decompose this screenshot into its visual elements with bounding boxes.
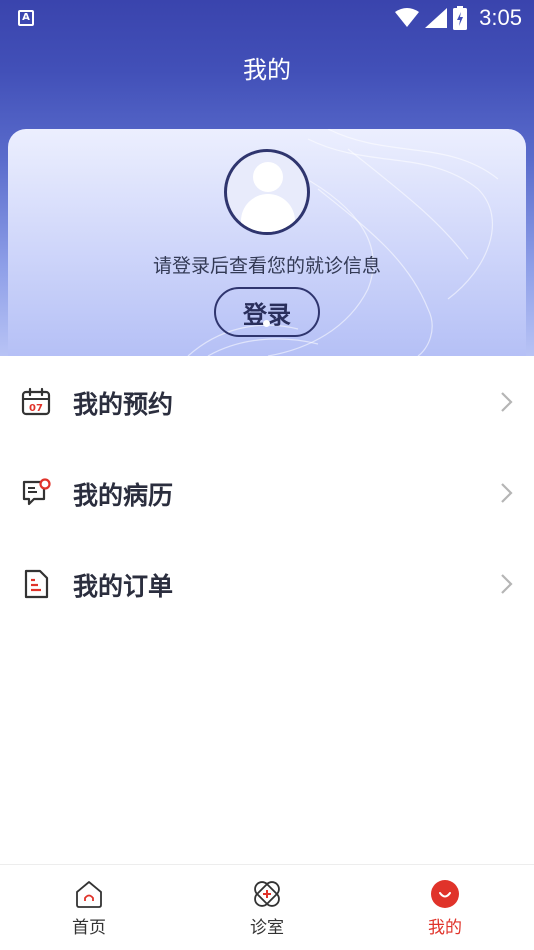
profile-menu: 07 我的预约 我的病历 我的订单 [0,356,534,629]
profile-card: 请登录后查看您的就诊信息 登录 [8,129,526,356]
clinic-icon [254,881,280,907]
wifi-icon [395,8,420,27]
nav-item-home[interactable]: 首页 [0,865,178,950]
menu-item-label: 我的订单 [73,572,174,601]
page-indicator-dot [263,320,270,327]
login-hint: 请登录后查看您的就诊信息 [152,255,381,277]
home-icon [76,881,102,908]
login-button[interactable]: 登录 [214,287,320,337]
battery-icon [453,6,468,30]
menu-item-label: 我的病历 [73,481,174,510]
calendar-icon: 07 [21,387,51,416]
status-time: 3:05 [479,5,522,30]
chevron-right-icon [501,392,513,412]
avatar-body [241,194,295,232]
menu-item-label: 我的预约 [73,390,174,419]
profile-smile-icon [431,880,459,908]
page-title: 我的 [243,56,291,84]
cellular-signal-icon [425,8,448,28]
nav-label: 诊室 [250,918,284,938]
nav-label: 我的 [428,918,462,938]
menu-item-orders[interactable]: 我的订单 [0,538,534,629]
order-document-icon [24,569,49,599]
menu-item-medical-records[interactable]: 我的病历 [0,447,534,538]
status-bar: A 3:05 [0,0,534,36]
avatar[interactable] [224,149,310,235]
nav-label: 首页 [72,918,106,938]
notification-app-icon: A [18,10,34,26]
avatar-head [253,162,283,192]
chevron-right-icon [501,574,513,594]
status-indicators: 3:05 [395,4,522,32]
menu-item-appointments[interactable]: 07 我的预约 [0,356,534,447]
nav-item-profile[interactable]: 我的 [356,865,534,950]
bottom-navigation: 首页 诊室 我的 [0,864,534,950]
nav-item-clinic[interactable]: 诊室 [178,865,356,950]
chevron-right-icon [501,483,513,503]
svg-text:07: 07 [29,403,43,414]
medical-record-icon [22,478,51,506]
